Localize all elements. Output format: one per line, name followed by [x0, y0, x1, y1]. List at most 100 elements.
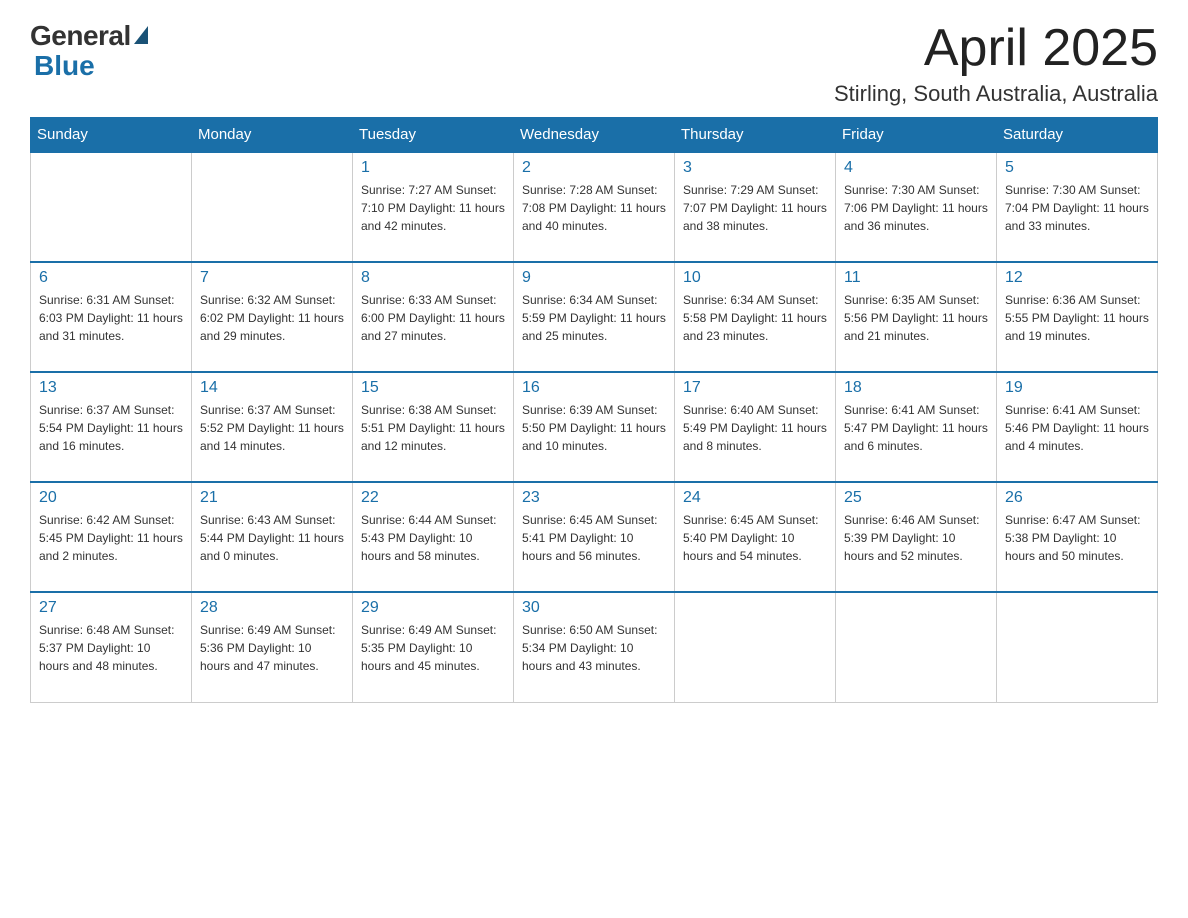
day-info: Sunrise: 7:29 AM Sunset: 7:07 PM Dayligh…	[683, 181, 827, 235]
day-number: 15	[361, 379, 505, 397]
logo-triangle-icon	[134, 26, 148, 44]
calendar-cell: 3 Sunrise: 7:29 AM Sunset: 7:07 PM Daylig…	[675, 152, 836, 262]
day-info: Sunrise: 6:33 AM Sunset: 6:00 PM Dayligh…	[361, 291, 505, 345]
day-info: Sunrise: 6:48 AM Sunset: 5:37 PM Dayligh…	[39, 621, 183, 675]
calendar-cell: 19 Sunrise: 6:41 AM Sunset: 5:46 PM Dayli…	[997, 372, 1158, 482]
week-row-5: 27 Sunrise: 6:48 AM Sunset: 5:37 PM Dayli…	[31, 592, 1158, 702]
calendar-cell: 7 Sunrise: 6:32 AM Sunset: 6:02 PM Daylig…	[192, 262, 353, 372]
calendar-header-monday: Monday	[192, 118, 353, 153]
calendar-cell: 29 Sunrise: 6:49 AM Sunset: 5:35 PM Dayli…	[353, 592, 514, 702]
day-info: Sunrise: 6:31 AM Sunset: 6:03 PM Dayligh…	[39, 291, 183, 345]
day-number: 8	[361, 269, 505, 287]
calendar-cell: 25Sunrise: 6:46 AM Sunset: 5:39 PM Dayli…	[836, 482, 997, 592]
week-row-2: 6 Sunrise: 6:31 AM Sunset: 6:03 PM Daylig…	[31, 262, 1158, 372]
day-number: 9	[522, 269, 666, 287]
calendar-cell: 22 Sunrise: 6:44 AM Sunset: 5:43 PM Dayli…	[353, 482, 514, 592]
calendar-header-wednesday: Wednesday	[514, 118, 675, 153]
day-number: 20	[39, 489, 183, 507]
calendar-cell	[836, 592, 997, 702]
calendar-cell: 17 Sunrise: 6:40 AM Sunset: 5:49 PM Dayli…	[675, 372, 836, 482]
calendar-cell: 2 Sunrise: 7:28 AM Sunset: 7:08 PM Daylig…	[514, 152, 675, 262]
day-number: 23	[522, 489, 666, 507]
day-number: 21	[200, 489, 344, 507]
calendar-cell: 26 Sunrise: 6:47 AM Sunset: 5:38 PM Dayli…	[997, 482, 1158, 592]
calendar-cell: 9 Sunrise: 6:34 AM Sunset: 5:59 PM Daylig…	[514, 262, 675, 372]
day-number: 14	[200, 379, 344, 397]
day-number: 24	[683, 489, 827, 507]
week-row-1: 1 Sunrise: 7:27 AM Sunset: 7:10 PM Daylig…	[31, 152, 1158, 262]
day-number: 3	[683, 159, 827, 177]
calendar-cell: 1 Sunrise: 7:27 AM Sunset: 7:10 PM Daylig…	[353, 152, 514, 262]
calendar-cell: 24 Sunrise: 6:45 AM Sunset: 5:40 PM Dayli…	[675, 482, 836, 592]
day-info: Sunrise: 6:34 AM Sunset: 5:58 PM Dayligh…	[683, 291, 827, 345]
day-number: 29	[361, 599, 505, 617]
day-number: 11	[844, 269, 988, 287]
day-info: Sunrise: 6:45 AM Sunset: 5:40 PM Dayligh…	[683, 511, 827, 565]
calendar-cell: 14Sunrise: 6:37 AM Sunset: 5:52 PM Dayli…	[192, 372, 353, 482]
day-info: Sunrise: 6:49 AM Sunset: 5:35 PM Dayligh…	[361, 621, 505, 675]
calendar-header-tuesday: Tuesday	[353, 118, 514, 153]
day-number: 1	[361, 159, 505, 177]
calendar-cell: 13Sunrise: 6:37 AM Sunset: 5:54 PM Dayli…	[31, 372, 192, 482]
day-number: 7	[200, 269, 344, 287]
day-number: 10	[683, 269, 827, 287]
day-number: 5	[1005, 159, 1149, 177]
day-info: Sunrise: 6:49 AM Sunset: 5:36 PM Dayligh…	[200, 621, 344, 675]
month-title: April 2025	[834, 20, 1158, 77]
day-info: Sunrise: 7:27 AM Sunset: 7:10 PM Dayligh…	[361, 181, 505, 235]
day-info: Sunrise: 6:42 AM Sunset: 5:45 PM Dayligh…	[39, 511, 183, 565]
day-info: Sunrise: 6:44 AM Sunset: 5:43 PM Dayligh…	[361, 511, 505, 565]
calendar-cell	[192, 152, 353, 262]
day-info: Sunrise: 6:50 AM Sunset: 5:34 PM Dayligh…	[522, 621, 666, 675]
day-number: 4	[844, 159, 988, 177]
day-number: 18	[844, 379, 988, 397]
day-info: Sunrise: 6:32 AM Sunset: 6:02 PM Dayligh…	[200, 291, 344, 345]
calendar-cell: 27 Sunrise: 6:48 AM Sunset: 5:37 PM Dayli…	[31, 592, 192, 702]
calendar-cell: 23 Sunrise: 6:45 AM Sunset: 5:41 PM Dayli…	[514, 482, 675, 592]
calendar-cell: 11 Sunrise: 6:35 AM Sunset: 5:56 PM Dayli…	[836, 262, 997, 372]
calendar-header-row: SundayMondayTuesdayWednesdayThursdayFrid…	[31, 118, 1158, 153]
day-info: Sunrise: 6:39 AM Sunset: 5:50 PM Dayligh…	[522, 401, 666, 455]
logo: General Blue	[30, 20, 148, 82]
calendar-cell: 30Sunrise: 6:50 AM Sunset: 5:34 PM Dayli…	[514, 592, 675, 702]
day-number: 22	[361, 489, 505, 507]
calendar-cell: 21Sunrise: 6:43 AM Sunset: 5:44 PM Dayli…	[192, 482, 353, 592]
day-info: Sunrise: 6:46 AM Sunset: 5:39 PM Dayligh…	[844, 511, 988, 565]
day-info: Sunrise: 6:38 AM Sunset: 5:51 PM Dayligh…	[361, 401, 505, 455]
day-info: Sunrise: 7:30 AM Sunset: 7:04 PM Dayligh…	[1005, 181, 1149, 235]
day-number: 27	[39, 599, 183, 617]
day-info: Sunrise: 6:35 AM Sunset: 5:56 PM Dayligh…	[844, 291, 988, 345]
calendar-cell: 5 Sunrise: 7:30 AM Sunset: 7:04 PM Daylig…	[997, 152, 1158, 262]
calendar-cell: 20 Sunrise: 6:42 AM Sunset: 5:45 PM Dayli…	[31, 482, 192, 592]
day-number: 17	[683, 379, 827, 397]
day-info: Sunrise: 6:36 AM Sunset: 5:55 PM Dayligh…	[1005, 291, 1149, 345]
calendar-cell: 15 Sunrise: 6:38 AM Sunset: 5:51 PM Dayli…	[353, 372, 514, 482]
day-number: 28	[200, 599, 344, 617]
week-row-3: 13Sunrise: 6:37 AM Sunset: 5:54 PM Dayli…	[31, 372, 1158, 482]
page-header: General Blue April 2025 Stirling, South …	[30, 20, 1158, 107]
day-number: 6	[39, 269, 183, 287]
day-info: Sunrise: 6:47 AM Sunset: 5:38 PM Dayligh…	[1005, 511, 1149, 565]
day-number: 19	[1005, 379, 1149, 397]
day-info: Sunrise: 6:45 AM Sunset: 5:41 PM Dayligh…	[522, 511, 666, 565]
day-info: Sunrise: 6:37 AM Sunset: 5:54 PM Dayligh…	[39, 401, 183, 455]
calendar-cell: 18 Sunrise: 6:41 AM Sunset: 5:47 PM Dayli…	[836, 372, 997, 482]
day-info: Sunrise: 6:40 AM Sunset: 5:49 PM Dayligh…	[683, 401, 827, 455]
calendar-header-saturday: Saturday	[997, 118, 1158, 153]
calendar-cell: 4Sunrise: 7:30 AM Sunset: 7:06 PM Daylig…	[836, 152, 997, 262]
calendar-cell: 12Sunrise: 6:36 AM Sunset: 5:55 PM Dayli…	[997, 262, 1158, 372]
logo-blue-text: Blue	[30, 50, 95, 82]
calendar-cell	[997, 592, 1158, 702]
day-info: Sunrise: 6:41 AM Sunset: 5:46 PM Dayligh…	[1005, 401, 1149, 455]
calendar-cell	[675, 592, 836, 702]
day-info: Sunrise: 6:34 AM Sunset: 5:59 PM Dayligh…	[522, 291, 666, 345]
day-info: Sunrise: 6:41 AM Sunset: 5:47 PM Dayligh…	[844, 401, 988, 455]
day-number: 2	[522, 159, 666, 177]
calendar-header-friday: Friday	[836, 118, 997, 153]
day-number: 26	[1005, 489, 1149, 507]
title-section: April 2025 Stirling, South Australia, Au…	[834, 20, 1158, 107]
calendar-header-thursday: Thursday	[675, 118, 836, 153]
calendar-cell: 16Sunrise: 6:39 AM Sunset: 5:50 PM Dayli…	[514, 372, 675, 482]
week-row-4: 20 Sunrise: 6:42 AM Sunset: 5:45 PM Dayli…	[31, 482, 1158, 592]
day-info: Sunrise: 7:28 AM Sunset: 7:08 PM Dayligh…	[522, 181, 666, 235]
